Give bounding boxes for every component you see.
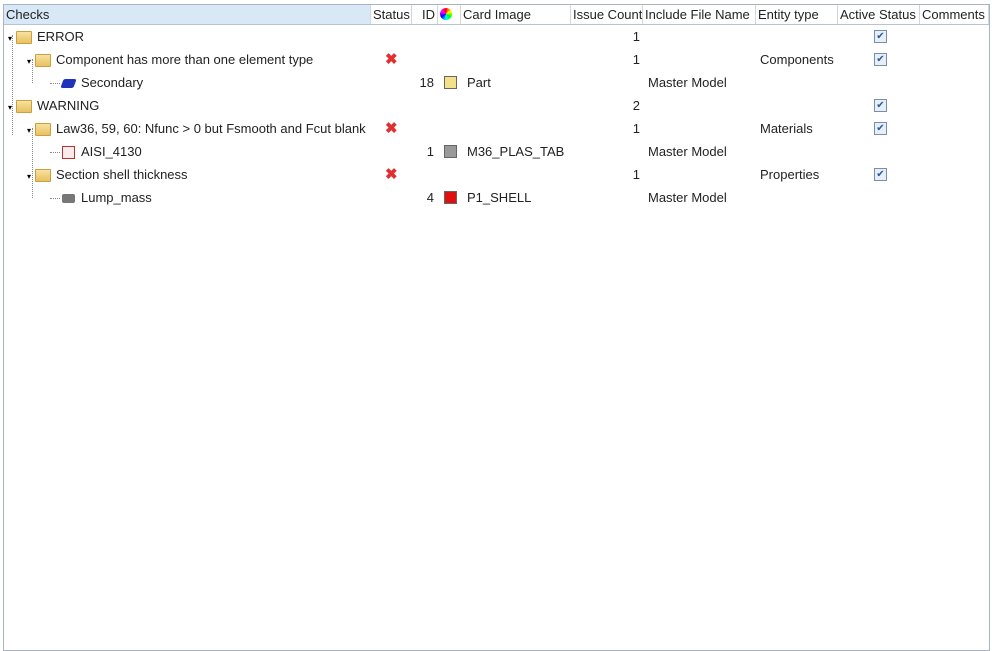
check-label: Lump_mass <box>81 190 152 205</box>
include-file-cell: Master Model <box>648 75 727 90</box>
entity-type-cell: Materials <box>760 121 813 136</box>
sort-ascending-icon: ˆ <box>182 5 186 14</box>
folder-icon <box>16 100 33 114</box>
header-issue-count[interactable]: Issue Count <box>571 5 643 24</box>
header-checks[interactable]: Checks ˆ <box>4 5 371 24</box>
active-status-checkbox[interactable]: ✔ <box>874 30 887 43</box>
checks-cell: AISI_4130 <box>50 140 142 163</box>
color-swatch[interactable] <box>444 191 457 204</box>
check-label: Component has more than one element type <box>56 52 314 67</box>
folder-icon <box>35 123 52 137</box>
checks-cell: ▾ Section shell thickness <box>27 163 188 186</box>
folder-icon <box>35 169 52 183</box>
header-status[interactable]: Status <box>371 5 412 24</box>
status-error-icon: ✖ <box>385 166 398 183</box>
check-label: Law36, 59, 60: Nfunc > 0 but Fsmooth and… <box>56 121 366 136</box>
table-row[interactable]: ▾ Section shell thickness ✖ 1 Properties ✔ <box>4 163 989 186</box>
id-cell: 1 <box>426 144 434 159</box>
header-color[interactable] <box>438 5 461 24</box>
tree-branch <box>50 152 60 154</box>
include-file-cell: Master Model <box>648 190 727 205</box>
color-wheel-icon <box>440 8 452 20</box>
header-id[interactable]: ID <box>412 5 438 24</box>
header-entity-type[interactable]: Entity type <box>756 5 838 24</box>
color-swatch[interactable] <box>444 76 457 89</box>
card-image-cell: M36_PLAS_TAB <box>467 144 565 159</box>
header-comments[interactable]: Comments <box>920 5 989 24</box>
status-error-icon: ✖ <box>385 120 398 137</box>
table-row[interactable]: ▾ ERROR 1 ✔ <box>4 25 989 48</box>
checks-cell: ▾ Component has more than one element typ… <box>27 48 313 71</box>
table-row[interactable]: AISI_4130 1 M36_PLAS_TAB Master Model <box>4 140 989 163</box>
table-row[interactable]: ▾ WARNING 2 ✔ <box>4 94 989 117</box>
collapse-arrow-icon[interactable]: ▾ <box>27 172 31 181</box>
color-swatch[interactable] <box>444 145 457 158</box>
folder-icon <box>16 31 33 45</box>
component-icon <box>60 79 77 89</box>
collapse-arrow-icon[interactable]: ▾ <box>27 57 31 66</box>
material-icon <box>62 146 75 160</box>
card-image-cell: Part <box>467 75 491 90</box>
entity-type-cell: Components <box>760 52 834 67</box>
collapse-arrow-icon[interactable]: ▾ <box>27 126 31 135</box>
checks-cell: ▾ WARNING <box>8 94 99 117</box>
table-row[interactable]: ▾ Law36, 59, 60: Nfunc > 0 but Fsmooth an… <box>4 117 989 140</box>
entity-type-cell: Properties <box>760 167 820 182</box>
folder-icon <box>35 54 52 68</box>
include-file-cell: Master Model <box>648 144 727 159</box>
check-label: WARNING <box>37 98 100 113</box>
status-error-icon: ✖ <box>385 51 398 68</box>
check-label: AISI_4130 <box>81 144 142 159</box>
check-label: ERROR <box>37 29 84 44</box>
active-status-checkbox[interactable]: ✔ <box>874 122 887 135</box>
id-cell: 4 <box>426 190 434 205</box>
issue-count-cell: 1 <box>632 121 640 136</box>
collapse-arrow-icon[interactable]: ▾ <box>8 103 12 112</box>
tree-branch <box>50 198 60 200</box>
header-include-file[interactable]: Include File Name <box>643 5 756 24</box>
checks-cell: Lump_mass <box>50 186 152 209</box>
checks-cell: ▾ Law36, 59, 60: Nfunc > 0 but Fsmooth an… <box>27 117 366 140</box>
table-row[interactable]: Lump_mass 4 P1_SHELL Master Model <box>4 186 989 209</box>
active-status-checkbox[interactable]: ✔ <box>874 168 887 181</box>
property-icon <box>62 194 75 204</box>
check-label: Section shell thickness <box>56 167 188 182</box>
issue-count-cell: 1 <box>632 52 640 67</box>
issue-count-cell: 2 <box>632 98 640 113</box>
checks-tree-table: Checks ˆ Status ID Card Image Issue Count… <box>3 4 990 651</box>
table-row[interactable]: ▾ Component has more than one element typ… <box>4 48 989 71</box>
active-status-checkbox[interactable]: ✔ <box>874 53 887 66</box>
header-label: Checks <box>6 7 50 22</box>
issue-count-cell: 1 <box>632 29 640 44</box>
checks-cell: ▾ ERROR <box>8 25 84 48</box>
tree-branch <box>50 83 60 85</box>
active-status-checkbox[interactable]: ✔ <box>874 99 887 112</box>
checks-cell: Secondary <box>50 71 143 94</box>
collapse-arrow-icon[interactable]: ▾ <box>8 34 12 43</box>
table-row[interactable]: Secondary 18 Part Master Model <box>4 71 989 94</box>
header-card-image[interactable]: Card Image <box>461 5 571 24</box>
check-label: Secondary <box>81 75 144 90</box>
issue-count-cell: 1 <box>632 167 640 182</box>
id-cell: 18 <box>419 75 434 90</box>
table-header: Checks ˆ Status ID Card Image Issue Count… <box>4 5 989 25</box>
card-image-cell: P1_SHELL <box>467 190 532 205</box>
header-active-status[interactable]: Active Status <box>838 5 920 24</box>
